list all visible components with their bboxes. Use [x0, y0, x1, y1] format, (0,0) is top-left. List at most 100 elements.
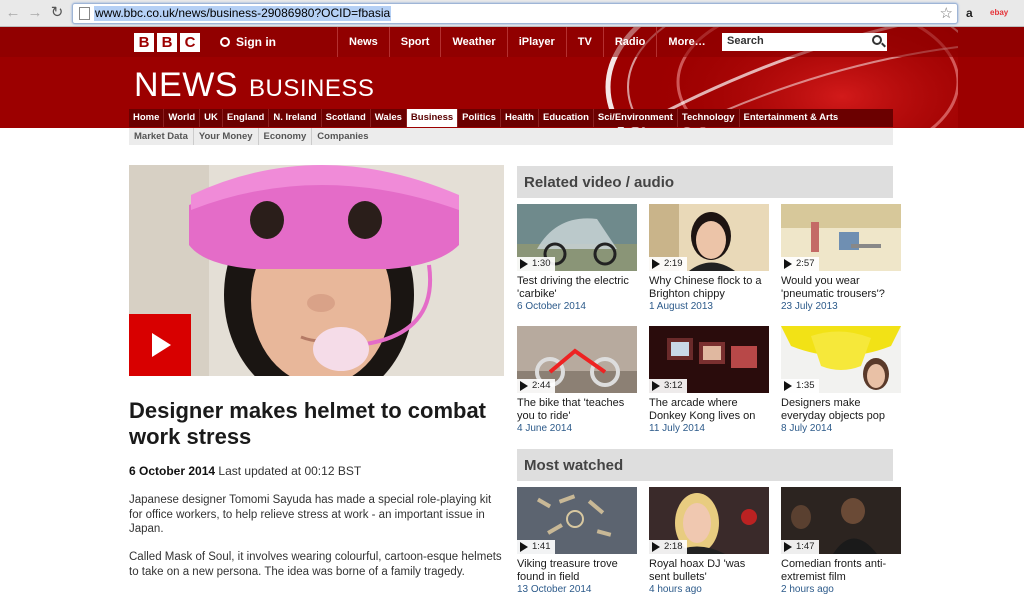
section-nav: Home World UK England N. Ireland Scotlan…	[129, 109, 893, 127]
video-title[interactable]: The bike that 'teaches you to ride'	[517, 397, 637, 422]
section-nav-england[interactable]: England	[223, 109, 270, 127]
section-nav-home[interactable]: Home	[129, 109, 165, 127]
article-updated: Last updated at 00:12 BST	[218, 464, 362, 478]
video-date: 8 July 2014	[781, 423, 833, 434]
nav-weather[interactable]: Weather	[440, 27, 506, 57]
sub-nav-market-data[interactable]: Market Data	[129, 128, 194, 145]
duration-badge: 1:41	[517, 540, 555, 554]
bbc-logo-letter: C	[180, 33, 200, 52]
sub-nav-your-money[interactable]: Your Money	[194, 128, 259, 145]
video-title[interactable]: Royal hoax DJ 'was sent bullets'	[649, 558, 769, 583]
section-nav-entertainment[interactable]: Entertainment & Arts	[740, 109, 843, 127]
search-icon[interactable]	[872, 35, 882, 45]
video-card[interactable]: 2:19 Why Chinese flock to a Brighton chi…	[649, 204, 769, 312]
related-video-heading: Related video / audio	[517, 166, 893, 198]
section-nav-sci-environment[interactable]: Sci/Environment	[594, 109, 678, 127]
video-card[interactable]: 2:44 The bike that 'teaches you to ride'…	[517, 326, 637, 434]
video-date: 23 July 2013	[781, 301, 838, 312]
video-thumbnail[interactable]: 1:47	[781, 487, 901, 554]
article-paragraph: Japanese designer Tomomi Sayuda has made…	[129, 494, 492, 535]
play-icon	[520, 259, 528, 269]
nav-more[interactable]: More…	[656, 27, 716, 57]
bbc-logo[interactable]: B B C	[134, 33, 200, 52]
address-bar[interactable]: www.bbc.co.uk/news/business-29086980?OCI…	[72, 3, 958, 24]
section-title[interactable]: BUSINESS	[249, 75, 374, 103]
video-card[interactable]: 3:12 The arcade where Donkey Kong lives …	[649, 326, 769, 434]
bbc-logo-letter: B	[157, 33, 177, 52]
article-dateline: 6 October 2014 Last updated at 00:12 BST	[129, 464, 361, 478]
search-input[interactable]: Search	[722, 33, 887, 51]
video-date: 4 June 2014	[517, 423, 573, 434]
section-nav-wales[interactable]: Wales	[371, 109, 407, 127]
sub-nav: Market Data Your Money Economy Companies	[129, 128, 893, 145]
video-title[interactable]: Designers make everyday objects pop	[781, 397, 901, 422]
most-watched-heading: Most watched	[517, 449, 893, 481]
video-card[interactable]: 2:18 Royal hoax DJ 'was sent bullets' 4 …	[649, 487, 769, 595]
video-thumbnail[interactable]: 1:41	[517, 487, 637, 554]
video-title[interactable]: Test driving the electric 'carbike'	[517, 275, 637, 300]
user-icon	[220, 37, 230, 47]
video-card[interactable]: 1:30 Test driving the electric 'carbike'…	[517, 204, 637, 312]
video-card[interactable]: 1:47 Comedian fronts anti-extremist film…	[781, 487, 901, 595]
play-icon	[784, 259, 792, 269]
ebay-extension-icon[interactable]: ebay	[990, 4, 1008, 22]
duration-badge: 2:18	[649, 540, 687, 554]
play-icon	[652, 381, 660, 391]
section-nav-politics[interactable]: Politics	[458, 109, 501, 127]
play-icon[interactable]	[129, 314, 191, 376]
forward-arrow-icon[interactable]: →	[26, 4, 44, 22]
sub-nav-companies[interactable]: Companies	[312, 128, 373, 145]
page-icon	[79, 7, 90, 20]
reload-icon[interactable]: ↻	[48, 4, 66, 22]
video-card[interactable]: 2:57 Would you wear 'pneumatic trousers'…	[781, 204, 901, 312]
bbc-logo-letter: B	[134, 33, 154, 52]
amazon-extension-icon[interactable]: a	[966, 4, 973, 22]
hero-video[interactable]	[129, 165, 504, 376]
sign-in-link[interactable]: Sign in	[220, 35, 276, 49]
section-nav-technology[interactable]: Technology	[678, 109, 740, 127]
section-nav-n-ireland[interactable]: N. Ireland	[269, 109, 322, 127]
video-thumbnail[interactable]: 2:57	[781, 204, 901, 271]
video-thumbnail[interactable]: 3:12	[649, 326, 769, 393]
video-thumbnail[interactable]: 1:35	[781, 326, 901, 393]
section-nav-education[interactable]: Education	[539, 109, 594, 127]
duration-badge: 1:30	[517, 257, 555, 271]
video-title[interactable]: Viking treasure trove found in field	[517, 558, 637, 583]
url-text[interactable]: www.bbc.co.uk/news/business-29086980?OCI…	[94, 6, 392, 21]
video-thumbnail[interactable]: 2:19	[649, 204, 769, 271]
video-title[interactable]: The arcade where Donkey Kong lives on	[649, 397, 769, 422]
section-nav-scotland[interactable]: Scotland	[322, 109, 371, 127]
video-thumbnail[interactable]: 2:18	[649, 487, 769, 554]
duration-badge: 1:47	[781, 540, 819, 554]
video-title[interactable]: Why Chinese flock to a Brighton chippy	[649, 275, 769, 300]
nav-sport[interactable]: Sport	[388, 27, 441, 57]
video-thumbnail[interactable]: 2:44	[517, 326, 637, 393]
article-headline: Designer makes helmet to combat work str…	[129, 398, 487, 449]
sign-in-label: Sign in	[236, 35, 276, 49]
play-icon	[520, 542, 528, 552]
play-icon	[520, 381, 528, 391]
video-date: 6 October 2014	[517, 301, 586, 312]
play-icon	[652, 259, 660, 269]
video-title[interactable]: Would you wear 'pneumatic trousers'?	[781, 275, 901, 300]
sub-nav-economy[interactable]: Economy	[259, 128, 313, 145]
section-nav-world[interactable]: World	[164, 109, 201, 127]
video-card[interactable]: 1:35 Designers make everyday objects pop…	[781, 326, 901, 434]
nav-tv[interactable]: TV	[565, 27, 603, 57]
news-wordmark[interactable]: NEWS	[134, 66, 238, 105]
article-date: 6 October 2014	[129, 464, 216, 478]
section-nav-health[interactable]: Health	[501, 109, 539, 127]
play-icon	[784, 381, 792, 391]
back-arrow-icon[interactable]: ←	[4, 4, 22, 22]
nav-news[interactable]: News	[337, 27, 389, 57]
nav-radio[interactable]: Radio	[602, 27, 657, 57]
duration-badge: 2:57	[781, 257, 819, 271]
top-nav: News Sport Weather iPlayer TV Radio More…	[337, 27, 717, 57]
nav-iplayer[interactable]: iPlayer	[506, 27, 566, 57]
section-nav-uk[interactable]: UK	[200, 109, 223, 127]
section-nav-business[interactable]: Business	[406, 109, 459, 127]
bookmark-star-icon[interactable]: ☆	[940, 4, 953, 22]
video-title[interactable]: Comedian fronts anti-extremist film	[781, 558, 901, 583]
video-thumbnail[interactable]: 1:30	[517, 204, 637, 271]
video-card[interactable]: 1:41 Viking treasure trove found in fiel…	[517, 487, 637, 595]
